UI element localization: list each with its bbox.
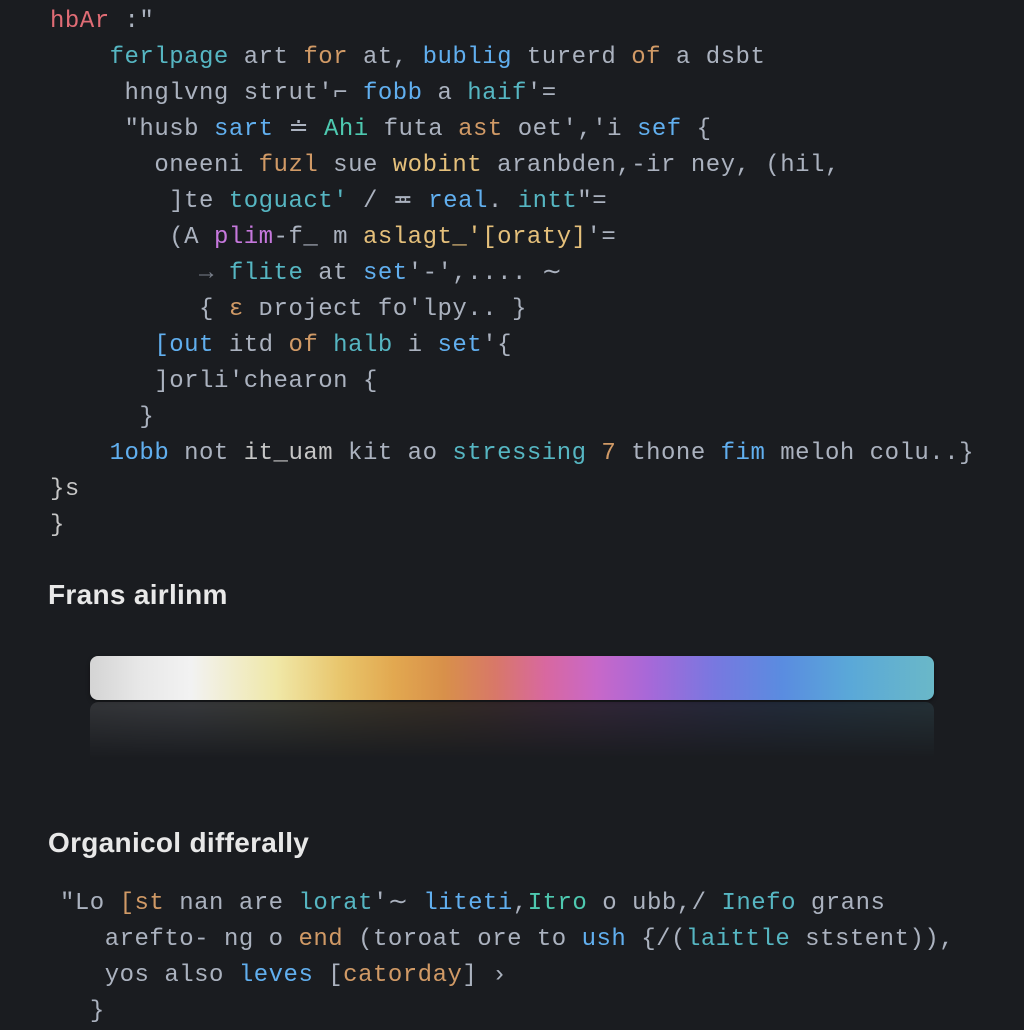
color-spectrum-bar[interactable] — [90, 656, 934, 700]
code-block-1: hbAr :" ferlpage art for at, bublig ture… — [0, 0, 1024, 544]
code-line: yos also leves [catorday] › — [60, 958, 1024, 994]
code-line: } — [50, 508, 1024, 544]
section-heading-organicol: Organicol differally — [0, 762, 1024, 864]
code-line: "husb sart ≐ Ahi futa ast oet','i sef { — [50, 112, 1024, 148]
code-line: → flite at set'-',.... ∼ — [50, 256, 1024, 292]
code-line: arefto- ng o end (toroat ore to ush {/(l… — [60, 922, 1024, 958]
code-line: ]te toguact' / ≖ real. intt"= — [50, 184, 1024, 220]
code-line: "Lo [st nan are lorat'∼ liteti,Itro o ub… — [60, 886, 1024, 922]
code-line: 1obb not it_uam kit ao stressing 7 thone… — [50, 436, 1024, 472]
code-line: [out itd of halb i set'{ — [50, 328, 1024, 364]
code-line: (A plim-f_ m aslagt_'[oraty]'= — [50, 220, 1024, 256]
section-heading-frans: Frans airlinm — [0, 544, 1024, 616]
code-block-2: "Lo [st nan are lorat'∼ liteti,Itro o ub… — [0, 864, 1024, 1030]
code-line: hnglvng strut'⌐ fobb a haif'= — [50, 76, 1024, 112]
code-line: hbAr :" — [50, 4, 1024, 40]
code-line: ]orli'chearon { — [50, 364, 1024, 400]
color-spectrum-container — [0, 616, 1024, 762]
code-line: ferlpage art for at, bublig turerd of a … — [50, 40, 1024, 76]
code-line: { ɛ ᴅroject fo'lpy.. } — [50, 292, 1024, 328]
code-line: }s — [50, 472, 1024, 508]
code-line: oneeni fuzl sue wobint aranbden,-ir ney,… — [50, 148, 1024, 184]
code-line: } — [50, 400, 1024, 436]
color-spectrum-reflection — [90, 702, 934, 762]
code-line: } — [60, 994, 1024, 1030]
